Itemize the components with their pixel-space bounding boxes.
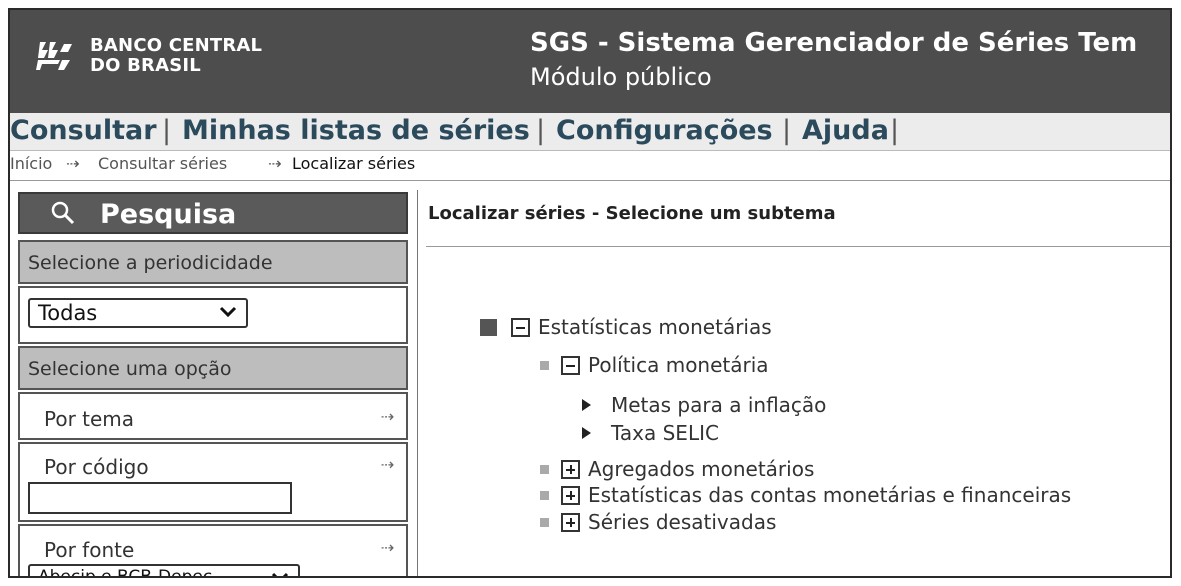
panel-title-divider bbox=[426, 246, 1170, 247]
menu-item-ajuda[interactable]: Ajuda bbox=[802, 115, 889, 146]
tree-leaf-taxa-selic[interactable]: Taxa SELIC bbox=[582, 421, 719, 445]
tree-node-estatisticas-monetarias[interactable]: Estatísticas monetárias bbox=[480, 315, 772, 339]
menu-item-minhas-listas[interactable]: Minhas listas de séries bbox=[182, 115, 530, 146]
tree-leaf-label[interactable]: Taxa SELIC bbox=[611, 421, 719, 445]
panel-title: Localizar séries - Selecione um subtema bbox=[428, 203, 836, 224]
expand-icon[interactable] bbox=[561, 512, 580, 532]
bcb-logo[interactable]: BANCO CENTRAL DO BRASIL bbox=[34, 36, 262, 76]
play-arrow-icon bbox=[582, 427, 591, 439]
tree-node-label: Séries desativadas bbox=[588, 510, 777, 534]
tree-bullet-icon bbox=[540, 464, 549, 474]
tree-bullet-icon bbox=[540, 517, 549, 527]
breadcrumb-localizar-series: Localizar séries bbox=[292, 154, 416, 173]
by-code-option: Por código ⇢ bbox=[18, 442, 408, 522]
tree-bullet-icon bbox=[480, 318, 497, 336]
tree-node-contas-monetarias[interactable]: Estatísticas das contas monetárias e fin… bbox=[540, 483, 1071, 507]
by-source-label[interactable]: Por fonte bbox=[44, 538, 134, 562]
collapse-icon[interactable] bbox=[561, 355, 580, 375]
by-source-option: Por fonte ⇢ Abecip e BCB-Depec bbox=[18, 524, 408, 578]
expand-icon[interactable] bbox=[561, 485, 580, 505]
tree-node-series-desativadas[interactable]: Séries desativadas bbox=[540, 510, 776, 534]
arrow-right-icon[interactable]: ⇢ bbox=[381, 538, 394, 557]
system-subtitle: Módulo público bbox=[530, 63, 712, 91]
arrow-right-icon[interactable]: ⇢ bbox=[381, 455, 394, 474]
chevron-down-icon bbox=[271, 572, 289, 576]
code-input[interactable] bbox=[28, 482, 292, 514]
logo-text-line1: BANCO CENTRAL bbox=[90, 35, 263, 56]
search-header: Pesquisa bbox=[18, 192, 408, 234]
system-title: SGS - Sistema Gerenciador de Séries Tem bbox=[530, 28, 1138, 58]
tree-node-label: Agregados monetários bbox=[588, 457, 815, 481]
search-title: Pesquisa bbox=[100, 199, 237, 230]
periodicity-select-value: Todas bbox=[38, 301, 98, 325]
by-theme-label: Por tema bbox=[44, 407, 135, 431]
menu-separator: | bbox=[890, 115, 900, 146]
source-select-value: Abecip e BCB-Depec bbox=[38, 567, 213, 578]
menu-separator: | bbox=[782, 115, 792, 146]
tree-node-politica-monetaria[interactable]: Política monetária bbox=[540, 353, 769, 377]
by-theme-option[interactable]: Por tema ⇢ bbox=[18, 392, 408, 440]
breadcrumb-divider bbox=[10, 180, 1170, 181]
search-icon bbox=[51, 201, 75, 225]
collapse-icon[interactable] bbox=[511, 317, 530, 337]
breadcrumb-separator: ⇢ bbox=[66, 154, 80, 173]
breadcrumb-consultar-series[interactable]: Consultar séries bbox=[98, 154, 227, 173]
by-code-label[interactable]: Por código bbox=[44, 455, 149, 479]
header-bar: BANCO CENTRAL DO BRASIL SGS - Sistema Ge… bbox=[10, 10, 1170, 113]
source-select[interactable]: Abecip e BCB-Depec bbox=[28, 564, 300, 578]
tree-node-label: Estatísticas monetárias bbox=[538, 315, 772, 339]
panel-divider bbox=[417, 190, 418, 576]
tree-leaf-metas-inflacao[interactable]: Metas para a inflação bbox=[582, 393, 826, 417]
periodicity-heading: Selecione a periodicidade bbox=[18, 240, 408, 284]
menu-separator: | bbox=[536, 115, 546, 146]
tree-leaf-label[interactable]: Metas para a inflação bbox=[611, 393, 826, 417]
bcb-logo-icon bbox=[36, 42, 72, 70]
app-window: BANCO CENTRAL DO BRASIL SGS - Sistema Ge… bbox=[8, 8, 1172, 578]
play-arrow-icon bbox=[582, 399, 591, 411]
tree-node-label: Política monetária bbox=[588, 353, 769, 377]
breadcrumb-separator: ⇢ bbox=[268, 154, 282, 173]
periodicity-box: Todas bbox=[18, 286, 408, 344]
tree-bullet-icon bbox=[540, 490, 549, 500]
option-heading: Selecione uma opção bbox=[18, 346, 408, 390]
search-sidebar: Pesquisa Selecione a periodicidade Todas… bbox=[18, 192, 408, 578]
menu-item-configuracoes[interactable]: Configurações bbox=[556, 115, 773, 146]
tree-node-label: Estatísticas das contas monetárias e fin… bbox=[588, 483, 1072, 507]
breadcrumb-inicio[interactable]: Início bbox=[10, 154, 52, 173]
tree-node-agregados-monetarios[interactable]: Agregados monetários bbox=[540, 457, 814, 481]
menu-item-consultar[interactable]: Consultar bbox=[10, 115, 157, 146]
chevron-down-icon bbox=[219, 306, 237, 318]
expand-icon[interactable] bbox=[561, 459, 580, 479]
main-menu: Consultar | Minhas listas de séries | Co… bbox=[10, 113, 1170, 151]
periodicity-select[interactable]: Todas bbox=[28, 298, 248, 328]
tree-bullet-icon bbox=[540, 360, 549, 370]
arrow-right-icon: ⇢ bbox=[380, 407, 394, 426]
menu-separator: | bbox=[162, 115, 172, 146]
logo-text-line2: DO BRASIL bbox=[90, 55, 201, 76]
